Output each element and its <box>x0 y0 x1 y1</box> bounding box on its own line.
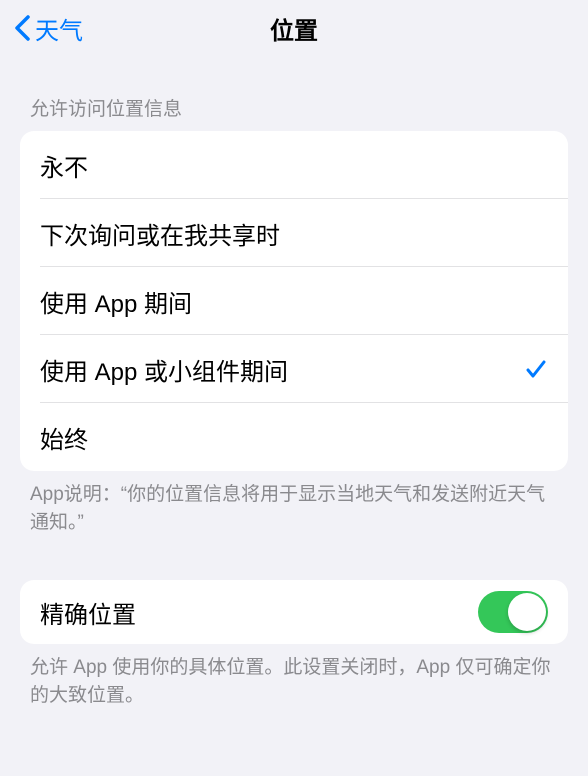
navigation-bar: 天气 位置 <box>0 0 588 56</box>
option-label: 使用 App 期间 <box>40 284 192 319</box>
content-area: 允许访问位置信息 永不 下次询问或在我共享时 使用 App 期间 使用 App … <box>0 56 588 709</box>
spacer <box>0 536 588 580</box>
option-while-using-or-widgets[interactable]: 使用 App 或小组件期间 <box>20 335 568 403</box>
page-title: 位置 <box>270 11 318 46</box>
switch-knob <box>508 593 546 631</box>
option-label: 始终 <box>40 420 88 455</box>
precise-location-row[interactable]: 精确位置 <box>20 580 568 644</box>
precise-location-label: 精确位置 <box>40 595 136 630</box>
section-footer-precise: 允许 App 使用你的具体位置。此设置关闭时，App 仅可确定你的大致位置。 <box>0 644 588 709</box>
checkmark-icon <box>524 357 548 381</box>
option-while-using[interactable]: 使用 App 期间 <box>20 267 568 335</box>
option-ask-next-time[interactable]: 下次询问或在我共享时 <box>20 199 568 267</box>
back-button[interactable]: 天气 <box>8 7 89 50</box>
location-access-group: 永不 下次询问或在我共享时 使用 App 期间 使用 App 或小组件期间 始终 <box>20 131 568 471</box>
option-label: 使用 App 或小组件期间 <box>40 352 288 387</box>
precise-location-toggle[interactable] <box>478 591 548 633</box>
option-label: 下次询问或在我共享时 <box>40 216 280 251</box>
back-label: 天气 <box>35 11 83 46</box>
precise-location-group: 精确位置 <box>20 580 568 644</box>
option-never[interactable]: 永不 <box>20 131 568 199</box>
option-label: 永不 <box>40 148 88 183</box>
section-footer-app-description: App说明：“你的位置信息将用于显示当地天气和发送附近天气通知。” <box>0 471 588 536</box>
section-header-access: 允许访问位置信息 <box>0 94 588 131</box>
option-always[interactable]: 始终 <box>20 403 568 471</box>
chevron-left-icon <box>14 14 31 42</box>
